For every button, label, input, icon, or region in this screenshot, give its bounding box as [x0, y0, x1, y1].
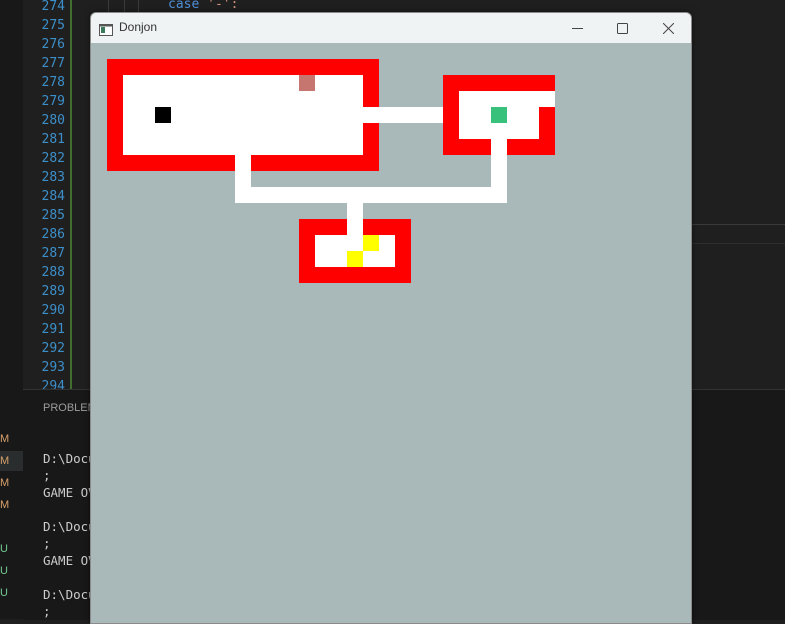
line-number: 287 [41, 246, 65, 261]
corridor [363, 107, 443, 123]
minimize-button[interactable] [554, 13, 600, 43]
line-number: 274 [41, 0, 65, 14]
line-number-gutter: 274 275 276 277 278 279 280 281 282 283 … [23, 0, 68, 394]
scm-status-modified[interactable]: M [0, 433, 23, 445]
scm-status-modified[interactable]: M [0, 499, 23, 511]
line-number: 281 [41, 132, 65, 147]
line-number: 279 [41, 94, 65, 109]
tab-problems[interactable]: PROBLEM [43, 402, 97, 414]
line-number: 288 [41, 265, 65, 280]
scm-status-modified[interactable]: M [0, 455, 23, 467]
scm-status-modified[interactable]: M [0, 477, 23, 489]
terminal-line: GAME OV [43, 485, 96, 500]
line-number: 282 [41, 151, 65, 166]
line-number: 292 [41, 341, 65, 356]
scm-status-untracked[interactable]: U [0, 565, 23, 577]
line-number: 293 [41, 360, 65, 375]
terminal-line: D:\Docu [43, 451, 96, 466]
scm-status-untracked[interactable]: U [0, 543, 23, 555]
corridor [491, 139, 507, 203]
corridor [235, 187, 507, 203]
terminal-line: ; [43, 468, 51, 483]
divider [690, 243, 785, 244]
maximize-button[interactable] [599, 13, 645, 43]
gold-icon [363, 235, 379, 251]
game-canvas[interactable] [91, 43, 691, 623]
terminal-line: ; [43, 604, 51, 619]
line-number: 283 [41, 170, 65, 185]
code-string: '-': [207, 0, 239, 12]
code-keyword: case [168, 0, 200, 12]
line-number: 277 [41, 56, 65, 71]
donjon-window: Donjon [90, 12, 692, 624]
maximize-icon [616, 22, 628, 34]
line-number: 285 [41, 208, 65, 223]
activity-strip [0, 0, 23, 619]
monster-icon [299, 75, 315, 91]
terminal-line: ; [43, 536, 51, 551]
terminal-line: GAME OV [43, 553, 96, 568]
line-number: 280 [41, 113, 65, 128]
terminal-line: D:\Docu [43, 587, 96, 602]
line-number: 275 [41, 18, 65, 33]
line-number: 291 [41, 322, 65, 337]
close-button[interactable] [645, 13, 691, 43]
code-line[interactable]: case '-': [168, 0, 238, 12]
close-icon [662, 22, 674, 34]
line-number: 278 [41, 75, 65, 90]
line-number: 276 [41, 37, 65, 52]
minimize-icon [571, 27, 583, 29]
line-number: 290 [41, 303, 65, 318]
corridor [347, 203, 363, 235]
terminal-line: D:\Docu [43, 519, 96, 534]
line-number: 284 [41, 189, 65, 204]
divider [690, 224, 785, 225]
corridor [539, 91, 555, 107]
window-title: Donjon [119, 20, 158, 34]
app-icon [99, 21, 113, 40]
line-number: 289 [41, 284, 65, 299]
exit-icon [491, 107, 507, 123]
modified-line-indicator [70, 0, 72, 389]
player-icon [155, 107, 171, 123]
gold-icon [347, 251, 363, 267]
line-number: 286 [41, 227, 65, 242]
window-titlebar[interactable]: Donjon [91, 13, 691, 43]
scm-status-untracked[interactable]: U [0, 587, 23, 599]
